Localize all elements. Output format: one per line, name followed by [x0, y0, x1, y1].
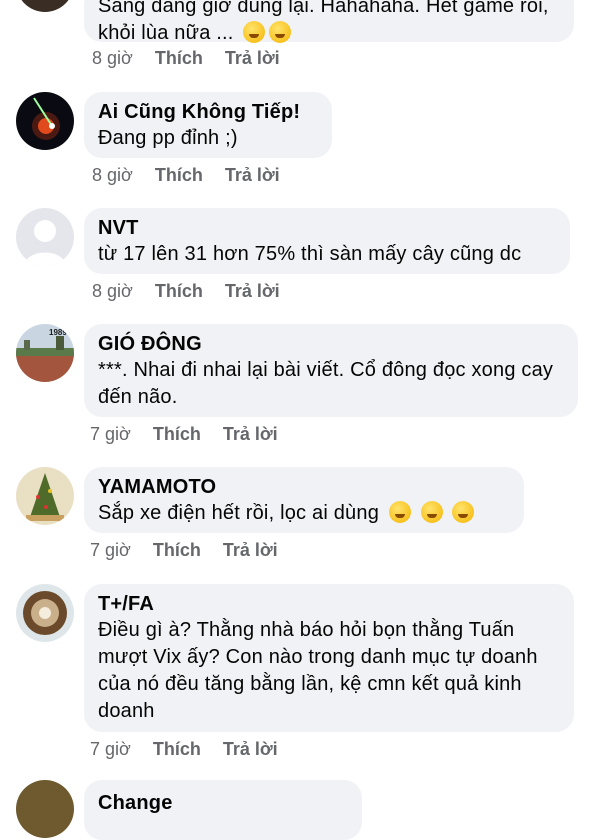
comment-bubble: T+/FA Điều gì à? Thằng nhà báo hỏi bọn t…: [84, 584, 574, 732]
comment-text: Đang pp đỉnh ;): [98, 127, 238, 149]
comment-time[interactable]: 8 giờ: [92, 280, 133, 302]
comment-text: từ 17 lên 31 hơn 75% thì sàn mấy cây cũn…: [98, 243, 522, 265]
comment-meta: 8 giờ Thích Trả lời: [92, 47, 280, 69]
comment-bubble: Change: [84, 780, 362, 840]
commenter-name[interactable]: GIÓ ĐÔNG: [98, 331, 564, 357]
like-button[interactable]: Thích: [155, 47, 203, 69]
avatar[interactable]: [16, 780, 74, 838]
avatar-image: 1989: [16, 324, 74, 382]
comment-bubble: GIÓ ĐÔNG ***. Nhai đi nhai lại bài viết.…: [84, 324, 578, 417]
avatar[interactable]: [16, 467, 74, 525]
avatar-caption: 1989: [49, 328, 67, 337]
comment-text: ***. Nhai đi nhai lại bài viết. Cổ đông …: [98, 359, 554, 408]
like-button[interactable]: Thích: [153, 738, 201, 760]
commenter-name[interactable]: YAMAMOTO: [98, 474, 510, 500]
avatar-image: [16, 92, 74, 150]
comment-time[interactable]: 7 giờ: [90, 539, 131, 561]
comment-meta: 7 giờ Thích Trả lời: [90, 423, 278, 445]
like-button[interactable]: Thích: [153, 539, 201, 561]
avatar-image: [16, 467, 74, 525]
comment-text: Điều gì à? Thằng nhà báo hỏi bọn thằng T…: [98, 619, 538, 722]
reply-button[interactable]: Trả lời: [225, 164, 280, 186]
commenter-name[interactable]: T+/FA: [98, 591, 560, 617]
comment-bubble: YAMAMOTO Sắp xe điện hết rồi, lọc ai dùn…: [84, 467, 524, 533]
default-user-icon: [16, 208, 74, 266]
comment-meta: 8 giờ Thích Trả lời: [92, 164, 280, 186]
avatar[interactable]: 1989: [16, 324, 74, 382]
avatar[interactable]: [16, 208, 74, 266]
comment-time[interactable]: 7 giờ: [90, 738, 131, 760]
hugging-face-emoji-icon: [452, 501, 475, 523]
reply-button[interactable]: Trả lời: [225, 280, 280, 302]
rolling-laugh-emoji-icon: [269, 21, 292, 43]
avatar-image: [16, 584, 74, 642]
avatar[interactable]: [16, 92, 74, 150]
comment-time[interactable]: 8 giờ: [92, 164, 133, 186]
comment-bubble: Ai Cũng Không Tiếp! Đang pp đỉnh ;): [84, 92, 332, 158]
comment-meta: 7 giờ Thích Trả lời: [90, 738, 278, 760]
reply-button[interactable]: Trả lời: [225, 47, 280, 69]
comment-text: Sắp xe điện hết rồi, lọc ai dùng: [98, 500, 510, 527]
hugging-face-emoji-icon: [420, 501, 443, 523]
commenter-name[interactable]: Ai Cũng Không Tiếp!: [98, 99, 318, 125]
avatar[interactable]: [16, 584, 74, 642]
reply-button[interactable]: Trả lời: [223, 423, 278, 445]
avatar[interactable]: [16, 0, 74, 12]
reply-button[interactable]: Trả lời: [223, 738, 278, 760]
comment-meta: 8 giờ Thích Trả lời: [92, 280, 280, 302]
comment-meta: 7 giờ Thích Trả lời: [90, 539, 278, 561]
rolling-laugh-emoji-icon: [243, 21, 266, 43]
comment-bubble: Sáng đang giờ đúng lại. Hahahaha. Hết ga…: [84, 0, 574, 44]
commenter-name[interactable]: NVT: [98, 215, 556, 241]
comment-time[interactable]: 7 giờ: [90, 423, 131, 445]
commenter-name[interactable]: Change: [98, 790, 348, 816]
comment-time[interactable]: 8 giờ: [92, 47, 133, 69]
like-button[interactable]: Thích: [153, 423, 201, 445]
reply-button[interactable]: Trả lời: [223, 539, 278, 561]
comment-text: Sáng đang giờ đúng lại. Hahahaha. Hết ga…: [98, 0, 549, 44]
hugging-face-emoji-icon: [388, 501, 411, 523]
like-button[interactable]: Thích: [155, 280, 203, 302]
comment-bubble: NVT từ 17 lên 31 hơn 75% thì sàn mấy cây…: [84, 208, 570, 274]
like-button[interactable]: Thích: [155, 164, 203, 186]
